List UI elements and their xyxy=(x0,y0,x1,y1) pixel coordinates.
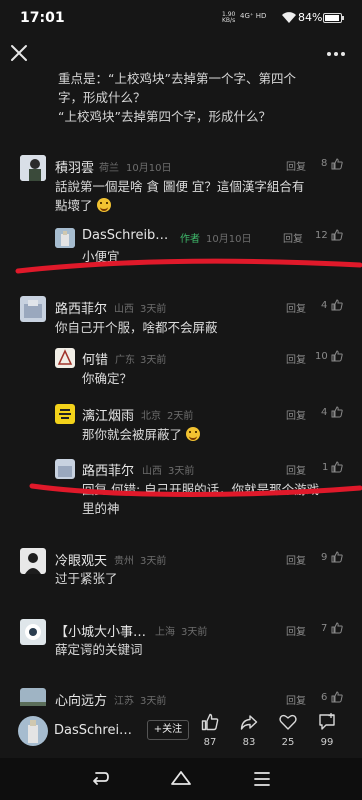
comment-time: 3天前 xyxy=(140,355,167,366)
comment-text: 話說第一個是啥 貪 圖便 宜？這個漢字組合有 點壞了 xyxy=(55,179,305,213)
reply-button[interactable]: 回复 xyxy=(286,692,306,707)
comment-location: 贵州 xyxy=(114,556,134,567)
thumbs-up-icon[interactable] xyxy=(331,551,343,563)
favorite-total: 25 xyxy=(281,737,295,748)
comment-author[interactable]: 何错 xyxy=(82,349,108,368)
reply-button[interactable]: 回复 xyxy=(286,407,306,422)
annotation-underline xyxy=(29,483,362,497)
like-count: 8 xyxy=(321,158,328,169)
comment-author[interactable]: 積羽雲 xyxy=(55,157,94,176)
avatar[interactable] xyxy=(20,155,46,181)
like-count: 4 xyxy=(321,407,328,418)
share-icon[interactable] xyxy=(240,713,258,731)
avatar[interactable] xyxy=(20,619,46,645)
wifi-icon xyxy=(282,12,296,23)
like-count: 4 xyxy=(321,300,328,311)
close-icon[interactable] xyxy=(8,42,30,64)
post-text-line: “上校鸡块”去掉第四个字，形成什么？ xyxy=(58,109,271,124)
post-text-line: 重点是：“上校鸡块”去掉第一个字、第四个 xyxy=(58,71,296,86)
comment-time: 10月10日 xyxy=(206,234,252,245)
thumbs-up-icon[interactable] xyxy=(331,622,343,634)
heart-icon[interactable] xyxy=(279,713,297,731)
more-options-icon[interactable] xyxy=(326,50,346,58)
comment-time: 3天前 xyxy=(168,466,195,477)
smile-emoji-icon xyxy=(96,198,111,212)
annotation-underline xyxy=(15,258,362,274)
back-icon[interactable] xyxy=(90,770,110,788)
comment-text: 那你就会被屏蔽了 xyxy=(82,425,200,444)
comment-author[interactable]: 路西菲尔 xyxy=(55,298,107,317)
comment-author[interactable]: 漓江烟雨 xyxy=(82,405,134,424)
comment-location: 山西 xyxy=(114,304,134,315)
comment-author[interactable]: DasSchreib… xyxy=(82,228,168,243)
thumbs-up-icon[interactable] xyxy=(331,691,343,703)
comment-time: 3天前 xyxy=(140,556,167,567)
comment-location: 北京 xyxy=(141,411,161,422)
comment-location: 荷兰 xyxy=(99,163,119,174)
thumbs-up-icon[interactable] xyxy=(331,461,343,473)
comment-bubble-icon[interactable] xyxy=(318,713,336,731)
reply-button[interactable]: 回复 xyxy=(286,552,306,567)
comment-author[interactable]: 【小城大小事… xyxy=(55,621,146,640)
author-name[interactable]: DasSchrei… xyxy=(54,723,132,738)
avatar[interactable] xyxy=(55,348,75,368)
comment-text: 薛定谔的关键词 xyxy=(55,642,143,657)
comment-time: 3天前 xyxy=(140,696,167,707)
comment-author[interactable]: 冷眼观天 xyxy=(55,550,107,569)
avatar[interactable] xyxy=(55,228,75,248)
share-total: 83 xyxy=(242,737,256,748)
comment-location: 上海 xyxy=(155,627,175,638)
signal-indicator: 4G⁺ HD xyxy=(240,12,267,20)
like-count: 1 xyxy=(322,462,329,473)
avatar[interactable] xyxy=(20,296,46,322)
comment-author[interactable]: 路西菲尔 xyxy=(82,460,134,479)
like-count: 12 xyxy=(315,230,328,241)
thumbs-up-icon[interactable] xyxy=(201,713,219,731)
like-count: 6 xyxy=(321,692,328,703)
comment-location: 江苏 xyxy=(114,696,134,707)
thumbs-up-icon[interactable] xyxy=(331,299,343,311)
status-bar: 17:01 1.90 KB/s 4G⁺ HD 84% xyxy=(0,0,362,38)
home-icon[interactable] xyxy=(170,769,192,787)
battery-icon xyxy=(323,13,344,23)
comment-time: 3天前 xyxy=(181,627,208,638)
reply-button[interactable]: 回复 xyxy=(286,462,306,477)
reply-button[interactable]: 回复 xyxy=(283,230,303,245)
comment-total: 99 xyxy=(320,737,334,748)
avatar[interactable] xyxy=(20,548,46,574)
thumbs-up-icon[interactable] xyxy=(331,406,343,418)
follow-button[interactable]: +关注 xyxy=(147,720,189,740)
status-time: 17:01 xyxy=(20,10,65,26)
menu-icon[interactable] xyxy=(253,771,271,787)
comment-location: 山西 xyxy=(142,466,162,477)
thumbs-up-icon[interactable] xyxy=(331,350,343,362)
comment-location: 广东 xyxy=(115,355,135,366)
battery-percent: 84% xyxy=(298,11,323,24)
like-count: 7 xyxy=(321,623,328,634)
author-avatar[interactable] xyxy=(18,716,48,746)
thumbs-up-icon[interactable] xyxy=(331,158,343,170)
reply-button[interactable]: 回复 xyxy=(286,300,306,315)
reply-button[interactable]: 回复 xyxy=(286,623,306,638)
avatar[interactable] xyxy=(55,459,75,479)
comment-text: 你确定？ xyxy=(82,371,133,386)
post-text-line: 字，形成什么？ xyxy=(58,90,146,105)
like-count: 9 xyxy=(321,552,328,563)
reply-button[interactable]: 回复 xyxy=(286,158,306,173)
smile-emoji-icon xyxy=(186,427,200,441)
like-total: 87 xyxy=(203,737,217,748)
avatar[interactable] xyxy=(55,404,75,424)
system-nav-bar xyxy=(0,758,362,800)
comment-time: 3天前 xyxy=(140,304,167,315)
reply-button[interactable]: 回复 xyxy=(286,351,306,366)
comment-text: 过于紧张了 xyxy=(55,571,118,586)
network-rate: 1.90 KB/s xyxy=(222,11,236,24)
comment-time: 10月10日 xyxy=(126,163,172,174)
thumbs-up-icon[interactable] xyxy=(331,229,343,241)
like-count: 10 xyxy=(315,351,328,362)
comment-text: 你自己开个服，啥都不会屏蔽 xyxy=(55,320,218,335)
comment-time: 2天前 xyxy=(167,411,194,422)
author-badge: 作者 xyxy=(180,234,200,245)
